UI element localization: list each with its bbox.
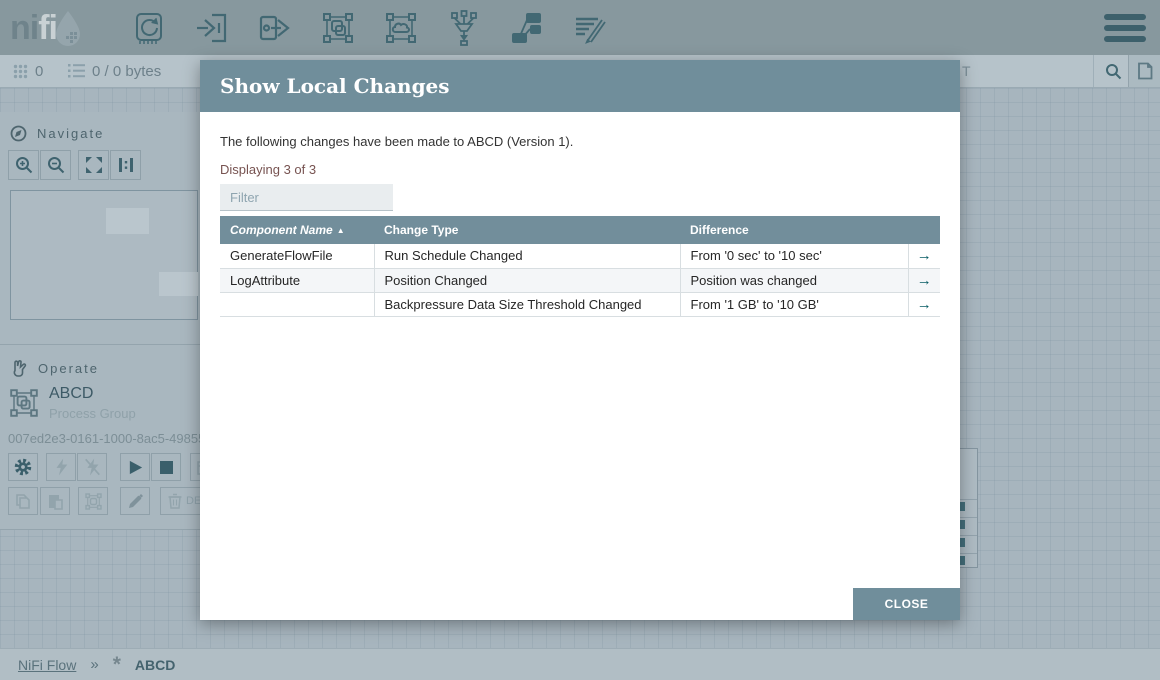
- app-header: ni fi: [0, 0, 1160, 55]
- zoom-out-button[interactable]: [40, 150, 71, 180]
- column-header-change-type[interactable]: Change Type: [374, 216, 680, 244]
- operate-palette: Operate ABCD Process Group 007ed2e3-0161…: [0, 345, 250, 530]
- queued-count: 0 / 0 bytes: [92, 62, 162, 80]
- refresh-timestamp: T: [962, 63, 971, 79]
- selected-component-id: 007ed2e3-0161-1000-8ac5-49855b2: [8, 431, 220, 446]
- hand-icon: [10, 359, 28, 377]
- goto-component-arrow-icon[interactable]: →: [908, 292, 940, 317]
- group-icon: [78, 487, 108, 515]
- cell-difference: From '0 sec' to '10 sec': [680, 244, 909, 269]
- local-changes-asterisk-icon: *: [112, 652, 121, 676]
- processor-icon[interactable]: [128, 7, 170, 49]
- dialog-header: Show Local Changes: [200, 60, 960, 112]
- global-menu-icon[interactable]: [1104, 14, 1146, 42]
- label-icon[interactable]: [569, 7, 611, 49]
- disable-lightning-icon: [77, 453, 107, 481]
- queued-icon: [68, 64, 85, 78]
- zoom-in-button[interactable]: [8, 150, 39, 180]
- cell-change-type: Backpressure Data Size Threshold Changed: [374, 292, 681, 317]
- breadcrumb: NiFi Flow » * ABCD: [0, 648, 1160, 680]
- column-header-difference[interactable]: Difference: [680, 216, 940, 244]
- goto-component-arrow-icon[interactable]: →: [908, 268, 940, 293]
- table-row: Backpressure Data Size Threshold Changed…: [220, 292, 940, 317]
- dialog-description: The following changes have been made to …: [220, 134, 574, 149]
- enable-lightning-icon: [46, 453, 76, 481]
- stop-icon[interactable]: [151, 453, 181, 481]
- nifi-app: ni fi 0 0 / 0 bytes T Navigate Operate A…: [0, 0, 1160, 680]
- process-group-selected-icon: [8, 385, 40, 421]
- compass-icon: [10, 125, 27, 142]
- component-toolbar: [128, 6, 611, 50]
- logo-text: ni: [10, 8, 39, 47]
- breadcrumb-current[interactable]: ABCD: [135, 657, 175, 673]
- paste-icon: [40, 487, 70, 515]
- zoom-actual-button[interactable]: [110, 150, 141, 180]
- navigate-title: Navigate: [37, 125, 105, 141]
- table-row: LogAttribute Position Changed Position w…: [220, 268, 940, 293]
- table-header-row: Component Name ▲ Change Type Difference: [220, 216, 940, 244]
- cell-change-type: Position Changed: [374, 268, 681, 293]
- processor-component-edge[interactable]: [958, 448, 978, 568]
- cell-change-type: Run Schedule Changed: [374, 244, 681, 269]
- table-row: GenerateFlowFile Run Schedule Changed Fr…: [220, 244, 940, 269]
- navigate-palette: Navigate: [0, 112, 200, 345]
- cell-difference: From '1 GB' to '10 GB': [680, 292, 909, 317]
- input-port-icon[interactable]: [191, 7, 233, 49]
- close-button[interactable]: CLOSE: [853, 588, 960, 620]
- template-icon[interactable]: [506, 7, 548, 49]
- cell-component-name: [220, 292, 375, 317]
- local-changes-table: Component Name ▲ Change Type Difference G…: [220, 216, 940, 317]
- search-icon[interactable]: [1098, 55, 1128, 87]
- goto-component-arrow-icon[interactable]: →: [908, 244, 940, 269]
- show-local-changes-dialog: Show Local Changes The following changes…: [200, 60, 960, 620]
- cell-difference: Position was changed: [680, 268, 909, 293]
- active-threads-count: 0: [35, 62, 44, 80]
- active-threads-icon: [13, 64, 28, 79]
- breadcrumb-separator: »: [90, 656, 99, 673]
- breadcrumb-root-link[interactable]: NiFi Flow: [18, 657, 76, 673]
- displaying-count: Displaying 3 of 3: [220, 162, 317, 177]
- cell-component-name: LogAttribute: [220, 268, 375, 293]
- cell-component-name: GenerateFlowFile: [220, 244, 375, 269]
- selected-component-type: Process Group: [49, 406, 136, 421]
- operate-title: Operate: [38, 360, 99, 376]
- output-port-icon[interactable]: [254, 7, 296, 49]
- start-play-icon[interactable]: [120, 453, 150, 481]
- filter-input[interactable]: [220, 184, 393, 211]
- dialog-title: Show Local Changes: [220, 74, 450, 98]
- copy-icon: [8, 487, 38, 515]
- minimap-component: [106, 208, 149, 234]
- birdseye-minimap[interactable]: [10, 190, 198, 320]
- zoom-fit-button[interactable]: [78, 150, 109, 180]
- nifi-logo: ni fi: [10, 7, 83, 49]
- summary-doc-icon[interactable]: [1128, 55, 1160, 87]
- funnel-icon[interactable]: [443, 7, 485, 49]
- column-header-component-name[interactable]: Component Name ▲: [220, 216, 374, 244]
- status-bar-divider: [1093, 55, 1094, 87]
- process-group-icon[interactable]: [317, 7, 359, 49]
- configure-gear-icon[interactable]: [8, 453, 38, 481]
- remote-process-group-icon[interactable]: [380, 7, 422, 49]
- minimap-component: [159, 272, 198, 296]
- sort-asc-icon: ▲: [336, 226, 345, 235]
- nifi-drop-icon: [53, 8, 83, 48]
- fill-color-brush-icon: [120, 487, 150, 515]
- selected-component-name: ABCD: [49, 385, 94, 402]
